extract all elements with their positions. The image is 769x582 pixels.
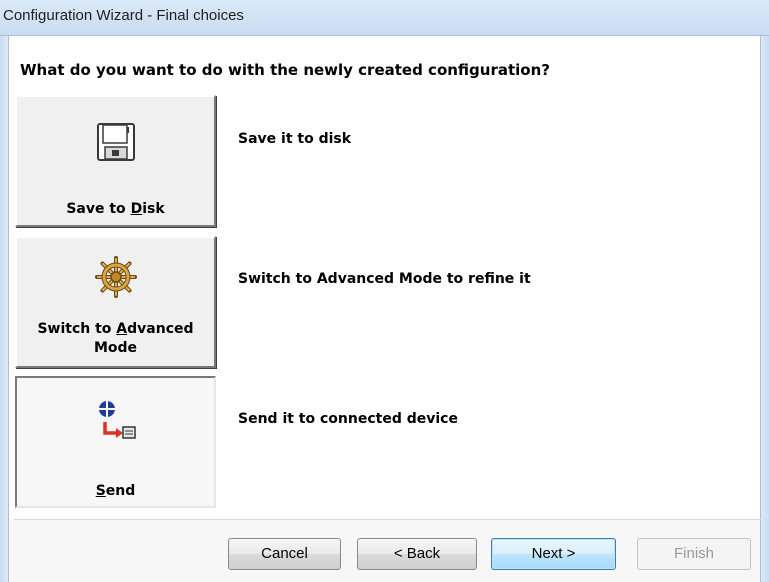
window-frame-right [760, 36, 769, 582]
send-to-device-icon [96, 400, 136, 448]
ship-wheel-icon [94, 256, 137, 302]
finish-button[interactable]: Finish [637, 538, 751, 570]
cancel-button[interactable]: Cancel [228, 538, 341, 570]
window-title: Configuration Wizard - Final choices [3, 7, 244, 24]
floppy-disk-icon [95, 121, 137, 167]
window-frame-left [0, 36, 9, 582]
save-to-disk-button[interactable]: Save to Disk [15, 95, 216, 227]
title-bar: Configuration Wizard - Final choices [0, 0, 769, 36]
send-button[interactable]: Send [15, 376, 216, 508]
switch-to-advanced-mode-label: Switch to Advanced Mode [37, 321, 194, 356]
switch-to-advanced-mode-description: Switch to Advanced Mode to refine it [238, 271, 531, 287]
send-label: Send [95, 483, 136, 499]
wizard-question: What do you want to do with the newly cr… [20, 61, 550, 79]
send-description: Send it to connected device [238, 411, 458, 427]
save-to-disk-description: Save it to disk [238, 131, 352, 147]
switch-to-advanced-mode-button[interactable]: Switch to Advanced Mode [15, 236, 216, 368]
save-to-disk-label: Save to Disk [66, 201, 165, 217]
next-button[interactable]: Next > [491, 538, 616, 570]
footer-separator [14, 519, 761, 520]
back-button[interactable]: < Back [357, 538, 477, 570]
